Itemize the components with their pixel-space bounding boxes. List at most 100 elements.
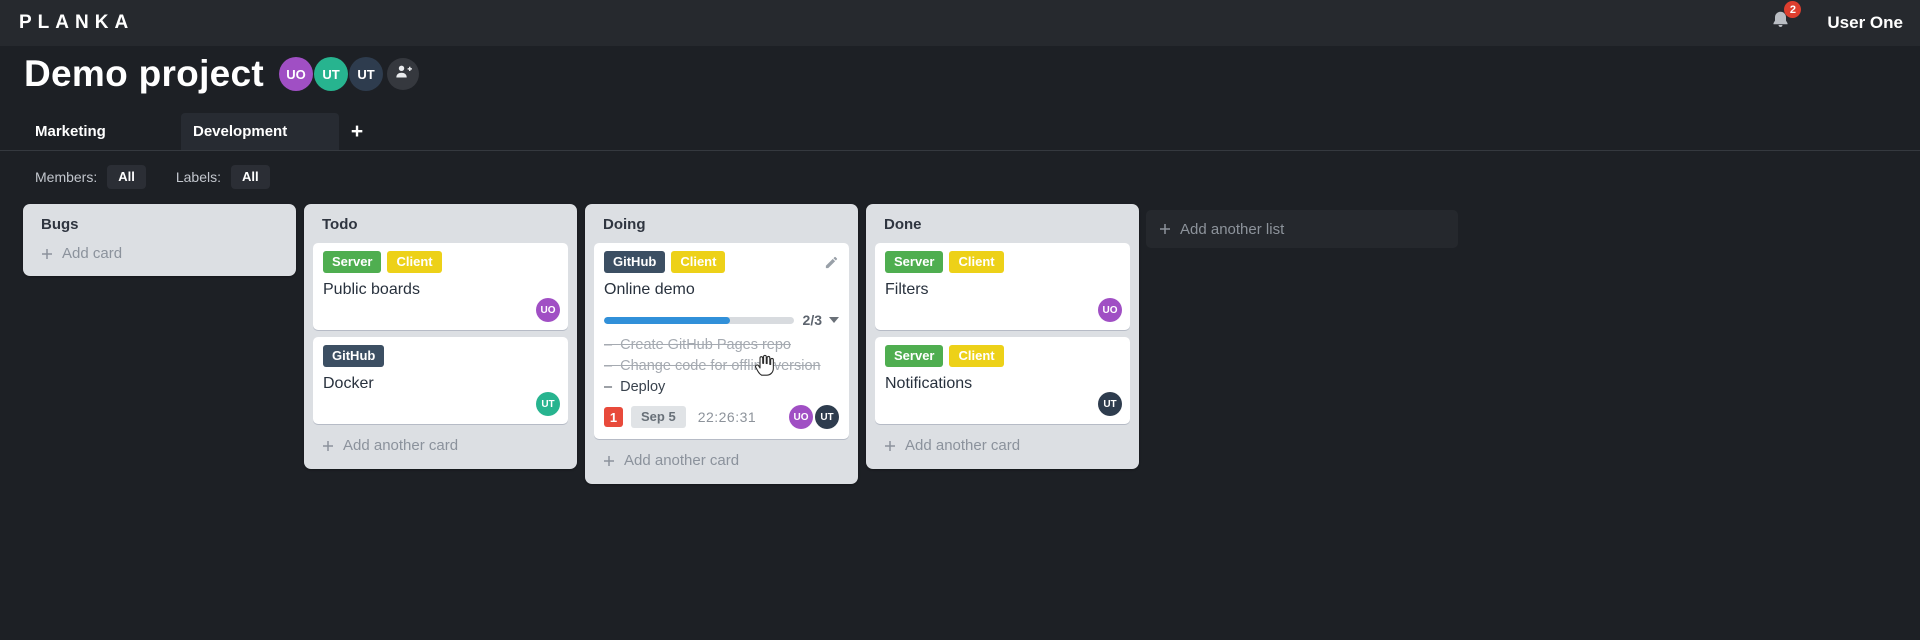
card-notifications[interactable]: Server Client Notifications UT [875,337,1130,424]
project-header: Demo project UO UT UT [24,53,420,95]
list-doing: Doing GitHub Client Online demo 2/3 – Cr… [585,204,858,484]
project-title[interactable]: Demo project [24,53,264,95]
label-server: Server [885,345,944,367]
tab-development[interactable]: Development [181,113,339,150]
pencil-icon [825,256,838,268]
card-public-boards[interactable]: Server Client Public boards UO [313,243,568,330]
card-online-demo[interactable]: GitHub Client Online demo 2/3 Create Git… [594,243,849,439]
add-list-button[interactable]: Add another list [1146,210,1458,248]
add-card-label: Add card [62,245,123,262]
card-members: UO [534,298,560,322]
member-avatar: UO [536,298,560,322]
progress-fill [604,316,731,324]
plus-icon [604,455,614,466]
add-member-button[interactable] [387,58,420,90]
add-card-button[interactable]: Add another card [304,424,577,469]
board-tabs: Marketing Development + [0,113,1920,151]
card-title: Notifications [885,375,973,392]
plus-icon [1160,224,1170,234]
add-list-label: Add another list [1180,220,1285,238]
cards-container: GitHub Client Online demo 2/3 Create Git… [585,243,858,439]
card-filters[interactable]: Server Client Filters UO [875,243,1130,330]
members-filter-label: Members: [35,168,98,185]
add-card-button[interactable]: Add card [23,243,296,276]
card-footer: 1 Sep 5 22:26:31 UO UT [604,405,839,429]
labels-filter-value[interactable]: All [231,164,270,189]
member-avatar: UT [536,392,560,416]
list-todo: Todo Server Client Public boards UO GitH… [304,204,577,469]
card-title: Online demo [604,281,695,298]
add-card-label: Add another card [624,452,740,469]
person-add-icon [394,62,413,86]
labels-row: Server Client [885,345,1120,367]
add-card-button[interactable]: Add another card [866,424,1139,469]
topbar-right: 2 User One [1770,1,1920,37]
card-members: UO UT [787,405,839,429]
plus-icon [885,440,895,451]
labels-filter-label: Labels: [175,168,222,185]
member-avatar: UO [789,405,813,429]
label-server: Server [323,251,382,273]
bell-icon [1770,11,1791,36]
card-members: UO [1096,298,1122,322]
label-client: Client [387,251,442,273]
card-notification-badge: 1 [604,407,623,427]
label-server: Server [885,251,944,273]
card-members: UT [534,392,560,416]
top-bar: PLANKA 2 User One [0,0,1920,46]
hand-cursor [752,352,779,379]
chevron-down-icon[interactable] [829,317,839,323]
tasks-progress: 2/3 [604,312,839,328]
labels-row: GitHub Client [604,251,839,273]
member-avatar[interactable]: UT [314,57,349,91]
member-avatar[interactable]: UT [349,57,384,91]
edit-card-button[interactable] [824,255,839,270]
list-name[interactable]: Doing [585,204,858,243]
label-client: Client [949,251,1004,273]
app-logo[interactable]: PLANKA [19,12,134,34]
task-item: Create GitHub Pages repo [604,337,839,353]
filter-bar: Members: All Labels: All [35,163,270,190]
task-item: Deploy [604,379,839,395]
due-date-chip[interactable]: Sep 5 [631,406,686,428]
cards-container: Server Client Public boards UO GitHub Do… [304,243,577,424]
card-members: UT [1096,392,1122,416]
list-name[interactable]: Done [866,204,1139,243]
progress-count: 2/3 [802,312,822,328]
members-filter-value[interactable]: All [107,164,146,189]
label-client: Client [949,345,1004,367]
plus-icon [42,248,52,259]
member-avatar: UT [1098,392,1122,416]
cards-container: Server Client Filters UO Server Client N… [866,243,1139,424]
label-github: GitHub [604,251,666,273]
list-name[interactable]: Todo [304,204,577,243]
progress-bar [604,316,794,324]
task-list: Create GitHub Pages repo Change code for… [604,337,839,395]
card-title: Filters [885,281,929,298]
card-docker[interactable]: GitHub Docker UT [313,337,568,424]
list-name[interactable]: Bugs [23,204,296,243]
notifications-button[interactable]: 2 [1770,1,1802,37]
plus-icon [323,440,333,451]
tab-marketing[interactable]: Marketing [23,113,181,150]
member-avatar: UT [815,405,839,429]
board: Bugs Add card Todo Server Client Public … [23,204,1147,484]
card-title: Public boards [323,281,420,298]
add-card-label: Add another card [343,437,459,454]
add-card-button[interactable]: Add another card [585,439,858,484]
member-avatar[interactable]: UO [279,57,314,91]
label-client: Client [671,251,726,273]
card-title: Docker [323,375,374,392]
timer-value[interactable]: 22:26:31 [698,409,757,425]
add-card-label: Add another card [905,437,1021,454]
list-done: Done Server Client Filters UO Server Cli… [866,204,1139,469]
user-menu[interactable]: User One [1827,13,1903,33]
task-item: Change code for offline version [604,358,839,374]
labels-row: Server Client [885,251,1120,273]
project-members: UO UT UT [278,57,420,91]
notifications-count-badge: 2 [1784,1,1802,18]
label-github: GitHub [323,345,385,367]
labels-row: Server Client [323,251,558,273]
labels-row: GitHub [323,345,558,367]
add-board-button[interactable]: + [339,113,375,150]
